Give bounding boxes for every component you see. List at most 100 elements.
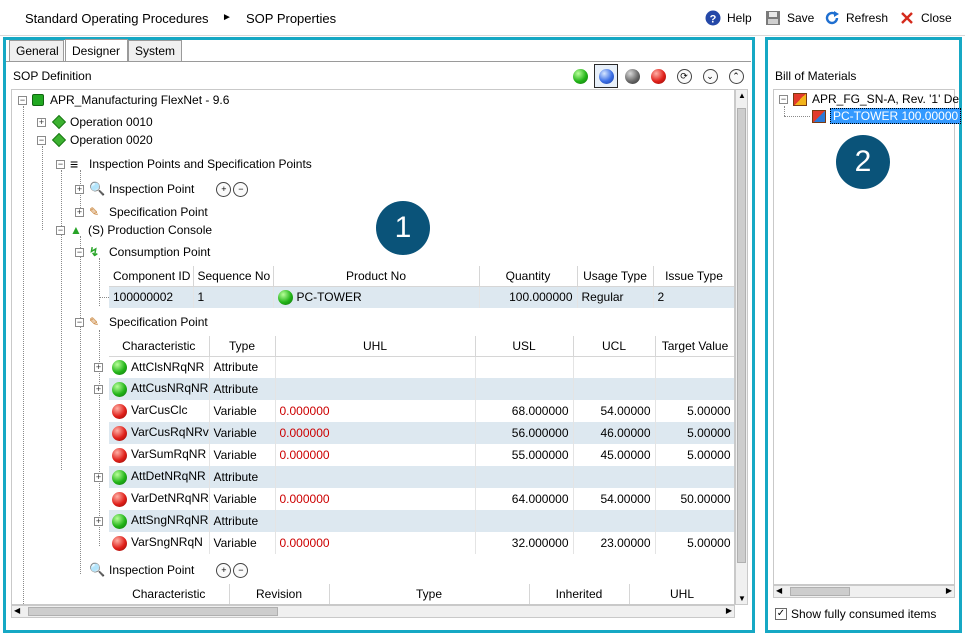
scroll-right-icon[interactable]: ▶ [946, 586, 952, 595]
collapse-all-button[interactable]: ⌃ [727, 67, 745, 85]
expand-toggle[interactable]: + [75, 184, 84, 194]
scroll-left-icon[interactable]: ◀ [14, 606, 20, 615]
help-button[interactable]: ? Help [704, 8, 752, 28]
expand-toggle[interactable]: + [94, 473, 103, 482]
cell-type: Variable [209, 532, 276, 554]
show-consumed-option[interactable]: ✓ Show fully consumed items [775, 607, 936, 621]
sop-icon [32, 94, 44, 106]
col-ucl[interactable]: UCL [573, 336, 656, 357]
tree-insp-spec-points[interactable]: − ≡ Inspection Points and Specification … [56, 157, 312, 171]
collapse-toggle[interactable]: − [75, 247, 84, 257]
collapse-toggle[interactable]: − [18, 95, 27, 105]
col-type[interactable]: Type [209, 336, 276, 357]
blue-filter-button[interactable] [594, 64, 618, 88]
table-row[interactable]: VarSngNRqN Variable 0.000000 32.000000 23.00… [109, 532, 734, 554]
characteristic-name: VarCusClc [131, 403, 188, 418]
table-row[interactable]: AttClsNRqNR Attribute [109, 356, 734, 378]
tree-inspection-point-2[interactable]: 🔍 Inspection Point + − [75, 562, 249, 578]
tab-designer[interactable]: Designer [65, 39, 128, 62]
horizontal-scrollbar[interactable]: ◀ ▶ [11, 605, 735, 618]
add-icon[interactable]: + [216, 181, 232, 197]
tree-root[interactable]: − APR_Manufacturing FlexNet - 9.6 [18, 93, 229, 107]
table-row[interactable]: 100000002 1 PC-TOWER 100.000000 Regular … [109, 286, 734, 308]
bom-root[interactable]: − APR_FG_SN-A, Rev. '1' De [779, 92, 959, 106]
remove-icon[interactable]: − [233, 181, 249, 197]
table-row[interactable]: AttCusNRqNR Attribute [109, 378, 734, 400]
expand-all-button[interactable]: ⌄ [701, 67, 719, 85]
collapse-toggle[interactable]: − [75, 317, 84, 327]
tab-system[interactable]: System [128, 40, 182, 62]
show-consumed-checkbox[interactable]: ✓ [775, 608, 787, 620]
expand-toggle[interactable]: + [94, 385, 103, 394]
sop-definition-label: SOP Definition [13, 69, 92, 83]
consumption-table[interactable]: Component ID Sequence No Product No Quan… [109, 266, 734, 308]
specification-table[interactable]: Characteristic Type UHL USL UCL Target V… [109, 336, 734, 554]
tree-specification-point[interactable]: + ✎ Specification Point [75, 205, 208, 219]
tree-production-console[interactable]: − ▲ (S) Production Console [56, 223, 212, 237]
refresh-button[interactable]: Refresh [823, 8, 888, 28]
cell-target-value [655, 466, 734, 488]
vertical-scrollbar[interactable]: ▲ ▼ [735, 89, 748, 605]
col-component-id[interactable]: Component ID [109, 266, 194, 287]
tree-operation-0010[interactable]: + Operation 0010 [37, 114, 153, 130]
table-row[interactable]: VarCusClc Variable 0.000000 68.000000 54.000… [109, 400, 734, 422]
col-uhl[interactable]: UHL [629, 584, 734, 604]
collapse-toggle[interactable]: − [37, 135, 46, 145]
col-issue-type[interactable]: Issue Type [653, 266, 734, 287]
remove-icon[interactable]: − [233, 562, 249, 578]
col-characteristic[interactable]: Characteristic [109, 584, 230, 604]
col-target-value[interactable]: Target Value [655, 336, 734, 357]
col-type[interactable]: Type [329, 584, 530, 604]
tree-consumption-point[interactable]: − ↯ Consumption Point [75, 245, 210, 259]
sop-tree[interactable]: − APR_Manufacturing FlexNet - 9.6 + Oper… [11, 89, 735, 605]
tree-inspection-point[interactable]: + 🔍 Inspection Point + − [75, 181, 249, 197]
scroll-down-icon[interactable]: ▼ [738, 594, 746, 603]
scroll-thumb[interactable] [28, 607, 278, 616]
table-row[interactable]: VarCusRqNRv Variable 0.000000 56.000000 46.0… [109, 422, 734, 444]
save-button[interactable]: Save [764, 8, 814, 28]
table-row[interactable]: AttDetNRqNR Attribute [109, 466, 734, 488]
inspection-table[interactable]: Characteristic Revision Type Inherited U… [109, 584, 734, 604]
col-characteristic[interactable]: Characteristic [109, 336, 210, 357]
table-row[interactable]: AttSngNRqNR Attribute [109, 510, 734, 532]
scroll-up-icon[interactable]: ▲ [738, 91, 746, 100]
col-usl[interactable]: USL [475, 336, 574, 357]
scroll-thumb[interactable] [737, 108, 746, 563]
col-quantity[interactable]: Quantity [479, 266, 578, 287]
expand-toggle[interactable]: + [75, 207, 84, 217]
breadcrumb-sop[interactable]: Standard Operating Procedures [25, 11, 209, 26]
green-filter-button[interactable] [571, 67, 589, 85]
close-button[interactable]: Close [898, 8, 952, 28]
col-inherited[interactable]: Inherited [529, 584, 630, 604]
scroll-left-icon[interactable]: ◀ [776, 586, 782, 595]
bom-horizontal-scrollbar[interactable]: ◀ ▶ [773, 585, 955, 598]
tab-general[interactable]: General [9, 40, 64, 62]
expand-toggle[interactable]: + [94, 517, 103, 526]
add-icon[interactable]: + [216, 562, 232, 578]
scroll-thumb[interactable] [790, 587, 850, 596]
scroll-right-icon[interactable]: ▶ [726, 606, 732, 615]
table-row[interactable]: VarDetNRqNR Variable 0.000000 64.000000 54.0… [109, 488, 734, 510]
cell-target-value: 50.00000 [655, 488, 734, 510]
tree-specification-point-2[interactable]: − ✎ Specification Point [75, 315, 208, 329]
col-revision[interactable]: Revision [229, 584, 330, 604]
table-row[interactable]: VarSumRqNR Variable 0.000000 55.000000 45.00… [109, 444, 734, 466]
expand-toggle[interactable]: + [94, 363, 103, 372]
collapse-toggle[interactable]: − [56, 159, 65, 169]
sync-button[interactable]: ⟳ [675, 67, 693, 85]
cell-usl [475, 378, 574, 400]
red-filter-button[interactable] [649, 67, 667, 85]
collapse-toggle[interactable]: − [779, 94, 788, 104]
characteristic-name: AttSngNRqNR [131, 513, 209, 528]
bom-child[interactable]: PC-TOWER 100.00000 [812, 108, 962, 124]
col-product-no[interactable]: Product No [273, 266, 480, 287]
expand-toggle[interactable]: + [37, 117, 46, 127]
panel-splitter[interactable] [758, 37, 764, 633]
collapse-toggle[interactable]: − [56, 225, 65, 235]
col-uhl[interactable]: UHL [275, 336, 476, 357]
col-usage-type[interactable]: Usage Type [577, 266, 654, 287]
grey-filter-button[interactable] [623, 67, 641, 85]
cell-product-no: PC-TOWER [273, 286, 480, 308]
col-sequence-no[interactable]: Sequence No [193, 266, 274, 287]
tree-operation-0020[interactable]: − Operation 0020 [37, 132, 153, 148]
